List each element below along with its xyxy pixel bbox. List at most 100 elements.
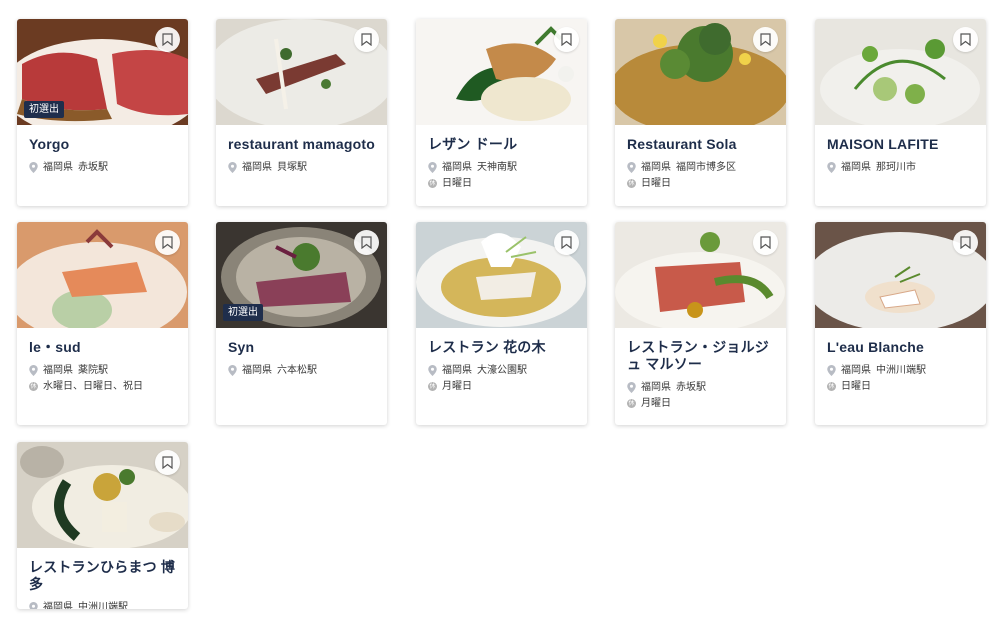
location-pin-icon bbox=[827, 161, 836, 173]
restaurant-photo[interactable] bbox=[17, 222, 188, 328]
station-text: 大濠公園駅 bbox=[477, 364, 527, 376]
restaurant-card[interactable]: MAISON LAFITE 福岡県 那珂川市 bbox=[815, 19, 986, 206]
holiday-icon: 休 bbox=[428, 178, 437, 188]
restaurant-card[interactable]: レストランひらまつ 博多 福岡県 中洲川端駅 bbox=[17, 442, 188, 609]
restaurant-photo[interactable]: 初選出 bbox=[17, 19, 188, 125]
new-selection-badge: 初選出 bbox=[24, 101, 64, 118]
restaurant-photo[interactable] bbox=[815, 222, 986, 328]
station-text: 中洲川端駅 bbox=[78, 601, 128, 610]
holiday-row: 休水曜日、日曜日、祝日 bbox=[29, 378, 176, 394]
location-row: 福岡県 薬院駅 bbox=[29, 362, 176, 378]
holiday-icon: 休 bbox=[627, 398, 636, 408]
bookmark-icon[interactable] bbox=[953, 230, 978, 255]
location-pin-icon bbox=[428, 364, 437, 376]
location-pin-icon bbox=[29, 161, 38, 173]
prefecture-text: 福岡県 bbox=[841, 161, 871, 173]
restaurant-photo[interactable] bbox=[416, 222, 587, 328]
station-text: 中洲川端駅 bbox=[876, 364, 926, 376]
restaurant-card[interactable]: Restaurant Sola 福岡県 福岡市博多区 休日曜日 bbox=[615, 19, 786, 206]
location-row: 福岡県 赤坂駅 bbox=[627, 379, 774, 395]
station-text: 那珂川市 bbox=[876, 161, 916, 173]
holiday-row: 休日曜日 bbox=[428, 175, 575, 191]
holiday-icon: 休 bbox=[827, 381, 836, 391]
prefecture-text: 福岡県 bbox=[841, 364, 871, 376]
holiday-icon: 休 bbox=[627, 178, 636, 188]
restaurant-card[interactable]: 初選出 Yorgo 福岡県 赤坂駅 bbox=[17, 19, 188, 206]
bookmark-icon[interactable] bbox=[753, 27, 778, 52]
restaurant-card[interactable]: restaurant mamagoto 福岡県 貝塚駅 bbox=[216, 19, 387, 206]
restaurant-name[interactable]: レザン ドール bbox=[428, 136, 575, 153]
bookmark-icon[interactable] bbox=[155, 450, 180, 475]
restaurant-card[interactable]: L'eau Blanche 福岡県 中洲川端駅 休日曜日 bbox=[815, 222, 986, 425]
location-row: 福岡県 中洲川端駅 bbox=[827, 362, 974, 378]
prefecture-text: 福岡県 bbox=[43, 161, 73, 173]
restaurant-name[interactable]: Yorgo bbox=[29, 136, 176, 153]
station-text: 赤坂駅 bbox=[78, 161, 108, 173]
bookmark-icon[interactable] bbox=[554, 230, 579, 255]
location-row: 福岡県 赤坂駅 bbox=[29, 159, 176, 175]
prefecture-text: 福岡県 bbox=[43, 364, 73, 376]
restaurant-photo[interactable] bbox=[216, 19, 387, 125]
restaurant-name[interactable]: le・sud bbox=[29, 339, 176, 356]
restaurant-photo[interactable] bbox=[815, 19, 986, 125]
prefecture-text: 福岡県 bbox=[242, 161, 272, 173]
station-text: 薬院駅 bbox=[78, 364, 108, 376]
restaurant-card[interactable]: le・sud 福岡県 薬院駅 休水曜日、日曜日、祝日 bbox=[17, 222, 188, 425]
holiday-text: 月曜日 bbox=[442, 380, 472, 392]
location-row: 福岡県 六本松駅 bbox=[228, 362, 375, 378]
station-text: 貝塚駅 bbox=[277, 161, 307, 173]
bookmark-icon[interactable] bbox=[554, 27, 579, 52]
restaurant-card[interactable]: レストラン 花の木 福岡県 大濠公園駅 休月曜日 bbox=[416, 222, 587, 425]
holiday-row: 休月曜日 bbox=[428, 378, 575, 394]
station-text: 福岡市博多区 bbox=[676, 161, 736, 173]
holiday-icon: 休 bbox=[428, 381, 437, 391]
bookmark-icon[interactable] bbox=[155, 27, 180, 52]
restaurant-name[interactable]: L'eau Blanche bbox=[827, 339, 974, 356]
bookmark-icon[interactable] bbox=[354, 27, 379, 52]
prefecture-text: 福岡県 bbox=[442, 161, 472, 173]
restaurant-photo[interactable] bbox=[615, 222, 786, 328]
location-row: 福岡県 中洲川端駅 bbox=[29, 599, 176, 609]
restaurant-photo[interactable] bbox=[17, 442, 188, 548]
location-pin-icon bbox=[228, 161, 237, 173]
restaurant-card[interactable]: レザン ドール 福岡県 天神南駅 休日曜日 bbox=[416, 19, 587, 206]
location-pin-icon bbox=[627, 161, 636, 173]
holiday-text: 水曜日、日曜日、祝日 bbox=[43, 380, 143, 392]
restaurant-photo[interactable]: 初選出 bbox=[216, 222, 387, 328]
location-pin-icon bbox=[627, 381, 636, 393]
restaurant-photo[interactable] bbox=[416, 19, 587, 125]
bookmark-icon[interactable] bbox=[354, 230, 379, 255]
restaurant-name[interactable]: MAISON LAFITE bbox=[827, 136, 974, 153]
holiday-row: 休月曜日 bbox=[627, 395, 774, 411]
restaurant-card[interactable]: 初選出 Syn 福岡県 六本松駅 bbox=[216, 222, 387, 425]
new-selection-badge: 初選出 bbox=[223, 304, 263, 321]
location-row: 福岡県 貝塚駅 bbox=[228, 159, 375, 175]
restaurant-name[interactable]: Syn bbox=[228, 339, 375, 356]
holiday-row: 休日曜日 bbox=[627, 175, 774, 191]
restaurant-name[interactable]: レストラン 花の木 bbox=[428, 339, 575, 356]
bookmark-icon[interactable] bbox=[953, 27, 978, 52]
restaurant-name[interactable]: Restaurant Sola bbox=[627, 136, 774, 153]
prefecture-text: 福岡県 bbox=[242, 364, 272, 376]
location-pin-icon bbox=[428, 161, 437, 173]
location-row: 福岡県 那珂川市 bbox=[827, 159, 974, 175]
restaurant-name[interactable]: レストラン・ジョルジュ マルソー bbox=[627, 339, 774, 373]
bookmark-icon[interactable] bbox=[155, 230, 180, 255]
prefecture-text: 福岡県 bbox=[442, 364, 472, 376]
station-text: 天神南駅 bbox=[477, 161, 517, 173]
holiday-text: 月曜日 bbox=[641, 397, 671, 409]
restaurant-name[interactable]: レストランひらまつ 博多 bbox=[29, 559, 176, 593]
holiday-text: 日曜日 bbox=[841, 380, 871, 392]
bookmark-icon[interactable] bbox=[753, 230, 778, 255]
location-pin-icon bbox=[29, 364, 38, 376]
holiday-row: 休日曜日 bbox=[827, 378, 974, 394]
restaurant-photo[interactable] bbox=[615, 19, 786, 125]
restaurant-name[interactable]: restaurant mamagoto bbox=[228, 136, 375, 153]
prefecture-text: 福岡県 bbox=[43, 601, 73, 610]
location-row: 福岡県 大濠公園駅 bbox=[428, 362, 575, 378]
restaurant-card[interactable]: レストラン・ジョルジュ マルソー 福岡県 赤坂駅 休月曜日 bbox=[615, 222, 786, 425]
restaurant-grid: 初選出 Yorgo 福岡県 赤坂駅 restaurant mamagoto 福岡… bbox=[0, 0, 1000, 624]
holiday-text: 日曜日 bbox=[641, 177, 671, 189]
prefecture-text: 福岡県 bbox=[641, 161, 671, 173]
location-pin-icon bbox=[228, 364, 237, 376]
